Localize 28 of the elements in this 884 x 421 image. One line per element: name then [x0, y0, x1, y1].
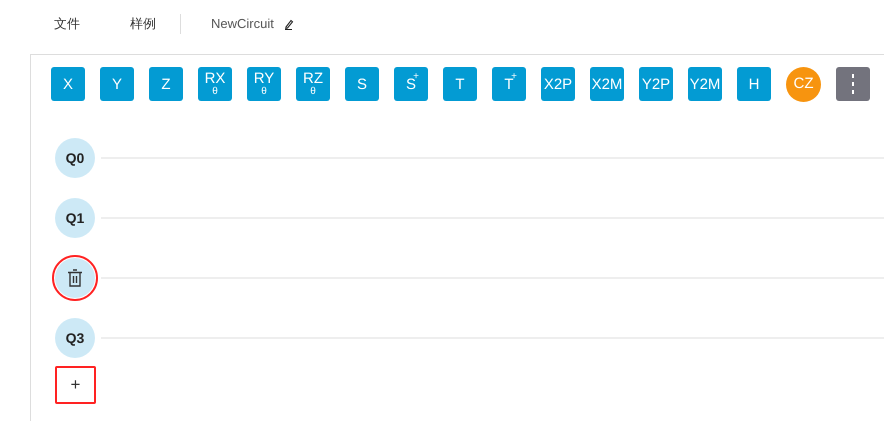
gate-button[interactable]: S+: [394, 67, 428, 101]
cz-gate-button[interactable]: CZ: [786, 67, 821, 102]
gate-button[interactable]: T+: [492, 67, 526, 101]
gate-button[interactable]: H: [737, 67, 771, 101]
circuit-name: NewCircuit: [211, 15, 274, 34]
gate-button[interactable]: Y2P: [639, 67, 673, 101]
trash-icon: [67, 269, 83, 287]
qubit-label[interactable]: Q1: [55, 198, 95, 238]
add-qubit-button[interactable]: +: [55, 366, 96, 404]
gate-button[interactable]: X2P: [541, 67, 575, 101]
gate-button[interactable]: RY θ: [247, 67, 281, 101]
gate-button[interactable]: S: [345, 67, 379, 101]
gate-button[interactable]: RX θ: [198, 67, 232, 101]
gate-button[interactable]: Y2M: [688, 67, 722, 101]
gate-button[interactable]: RZ θ: [296, 67, 330, 101]
gate-button[interactable]: X2M: [590, 67, 624, 101]
delete-qubit-button[interactable]: [55, 258, 95, 298]
menu-item[interactable]: 文件: [54, 14, 80, 34]
gate-button[interactable]: X: [51, 67, 85, 101]
menu-item[interactable]: 样例: [130, 14, 156, 34]
qubit-label[interactable]: Q0: [55, 138, 95, 178]
gate-button[interactable]: T: [443, 67, 477, 101]
gate-button[interactable]: Y: [100, 67, 134, 101]
more-icon: [851, 73, 855, 95]
gate-button[interactable]: Z: [149, 67, 183, 101]
qubit-label[interactable]: Q3: [55, 318, 95, 358]
more-button[interactable]: [836, 67, 870, 101]
pencil-icon[interactable]: [284, 18, 294, 30]
